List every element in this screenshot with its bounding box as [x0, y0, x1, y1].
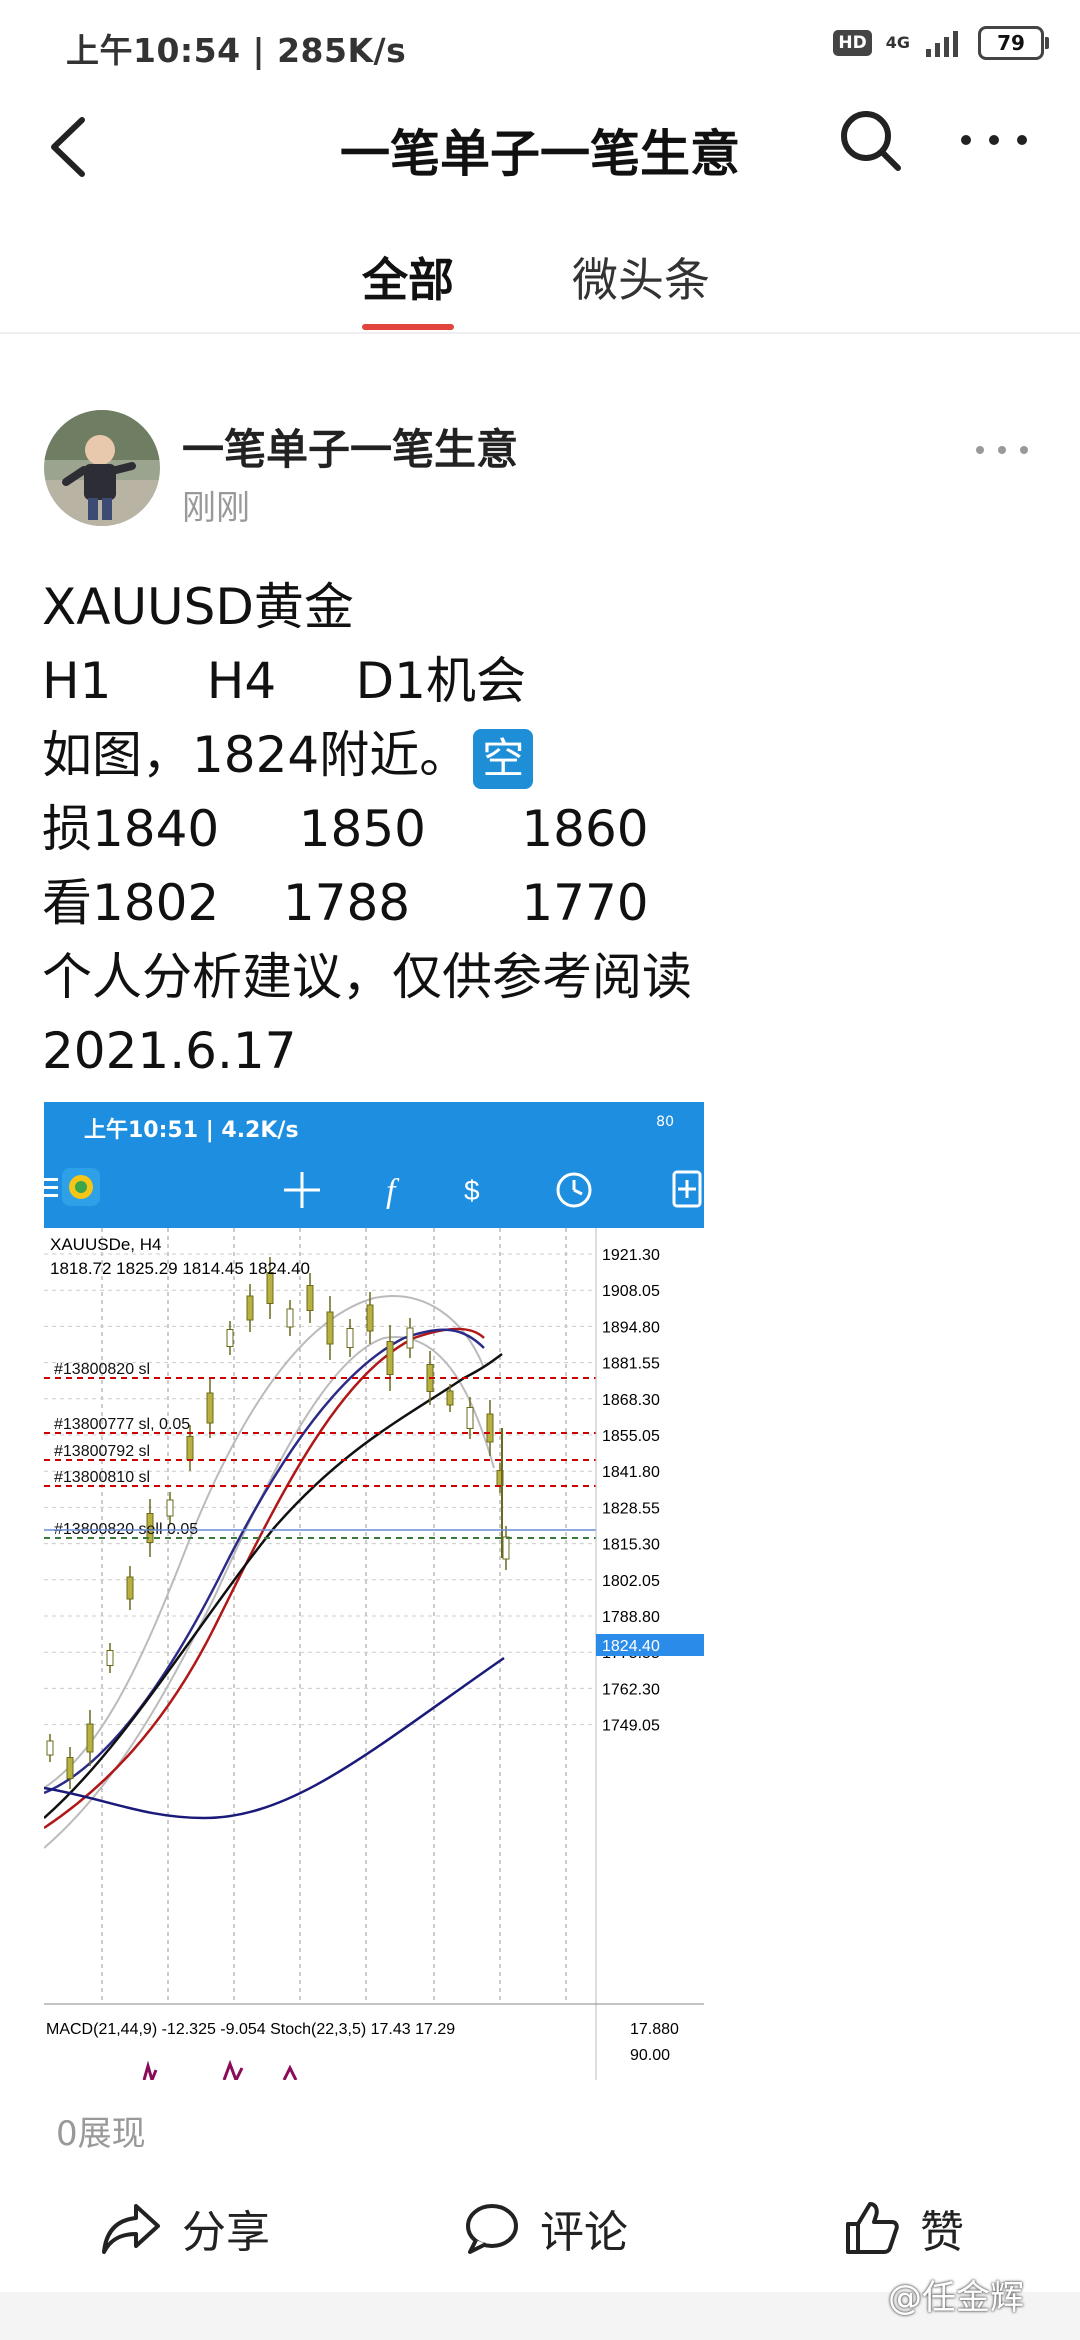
indicator-label: MACD(21,44,9) -12.325 -9.054 Stoch(22,3,… [46, 2021, 455, 2038]
status-icons: HD 4G 79 [833, 26, 1049, 60]
comment-button[interactable]: 评论 [462, 2196, 628, 2260]
post-line: 看1802 1788 1770 [42, 874, 649, 932]
chart-symbol: XAUUSDe, H4 [50, 1235, 161, 1254]
price-chart: #13800820 sl #13800777 sl, 0.05 #13800792 … [44, 1228, 704, 2080]
order-label: #13800792 sl [54, 1443, 150, 1460]
menu-icon [44, 1178, 58, 1197]
like-button[interactable]: 赞 [844, 2196, 964, 2260]
price-axis-label: 1841.80 [602, 1464, 660, 1481]
avatar[interactable] [44, 410, 160, 526]
image-status-time: 上午10:51 | 4.2K/s [84, 1118, 299, 1143]
signal-icon [926, 31, 958, 57]
price-axis-label: 1868.30 [602, 1392, 660, 1409]
new-order-icon [672, 1170, 702, 1208]
dollar-icon: $ [464, 1175, 480, 1206]
clock-icon [556, 1172, 592, 1208]
battery-icon: 79 [978, 26, 1049, 60]
price-axis-label: 1802.05 [602, 1573, 660, 1590]
avatar-image [44, 410, 160, 526]
price-axis-label: 1881.55 [602, 1356, 660, 1373]
thumbs-up-icon [846, 2202, 899, 2254]
comment-icon [466, 2204, 518, 2254]
order-label: #13800777 sl, 0.05 [54, 1416, 190, 1433]
post-line-text: 如图，1824附近。 [42, 726, 470, 784]
hd-icon: HD [833, 30, 872, 56]
crosshair-icon [284, 1172, 320, 1208]
indicator-max: 90.00 [630, 2047, 670, 2064]
post-line: 损1840 1850 1860 [42, 800, 649, 858]
price-axis-label: 1749.05 [602, 1718, 660, 1735]
tab-indicator [362, 324, 454, 330]
tabs-divider [0, 332, 1080, 334]
tab-micro-headlines[interactable]: 微头条 [572, 244, 710, 310]
network-label: 4G [885, 33, 910, 52]
price-axis-label: 1762.30 [602, 1681, 660, 1698]
tab-all[interactable]: 全部 [362, 244, 454, 310]
share-button[interactable]: 分享 [100, 2196, 270, 2260]
indicator-wiggles [142, 2059, 298, 2080]
price-axis-label: 1921.30 [602, 1247, 660, 1264]
watermark: @任金辉 [888, 2278, 1024, 2318]
post-line: XAUUSD黄金 [42, 578, 354, 636]
impressions-count: 0展现 [56, 2114, 146, 2154]
like-label: 赞 [920, 2207, 964, 2258]
share-icon [102, 2204, 160, 2254]
post-line: 个人分析建议，仅供参考阅读 [42, 948, 692, 1006]
more-icon[interactable] [956, 110, 1032, 170]
price-chart-svg: #13800820 sl #13800777 sl, 0.05 #13800792 … [44, 1228, 704, 2080]
price-axis-label: 1828.55 [602, 1500, 660, 1517]
post-line: 如图，1824附近。空 [42, 718, 692, 792]
post-more-icon[interactable] [972, 440, 1032, 460]
post-image[interactable]: 上午10:51 | 4.2K/s 80 f $ #13800820 sl #138… [44, 1102, 704, 2080]
price-axis-label: 1894.80 [602, 1319, 660, 1336]
indicator-value: 17.880 [630, 2021, 679, 2038]
order-label: #13800820 sl [54, 1361, 150, 1378]
share-label: 分享 [182, 2207, 270, 2258]
image-toolbar: f $ [44, 1150, 704, 1228]
order-label: #13800810 sl [54, 1469, 150, 1486]
author-name[interactable]: 一笔单子一笔生意 [182, 416, 518, 477]
price-axis-label: 1788.80 [602, 1609, 660, 1626]
comment-label: 评论 [540, 2207, 628, 2258]
status-bar: 上午10:54 | 285K/s HD 4G 79 [0, 0, 1080, 90]
post-time: 刚刚 [182, 488, 250, 528]
price-axis-label: 1815.30 [602, 1537, 660, 1554]
post-line: 2021.6.17 [42, 1022, 297, 1080]
page-title: 一笔单子一笔生意 [340, 125, 740, 183]
image-status-bar: 上午10:51 | 4.2K/s 80 [44, 1102, 704, 1150]
app-logo-icon [62, 1168, 100, 1206]
post-line: H1 H4 D1机会 [42, 652, 526, 710]
price-axis-label: 1855.05 [602, 1428, 660, 1445]
status-time: 上午10:54 | 285K/s [66, 31, 407, 70]
post-body: XAUUSD黄金 H1 H4 D1机会 如图，1824附近。空 损1840 18… [42, 570, 692, 1088]
function-icon: f [386, 1173, 400, 1210]
image-battery: 80 [656, 1114, 674, 1130]
nav-bar: 一笔单子一笔生意 [0, 90, 1080, 200]
current-price-label: 1824.40 [602, 1638, 660, 1655]
search-icon[interactable] [836, 106, 906, 176]
tab-bar: 全部 微头条 [0, 232, 1080, 332]
price-axis-label: 1908.05 [602, 1283, 660, 1300]
kong-emoji: 空 [473, 728, 534, 789]
chart-ohlc: 1818.72 1825.29 1814.45 1824.40 [50, 1259, 310, 1278]
